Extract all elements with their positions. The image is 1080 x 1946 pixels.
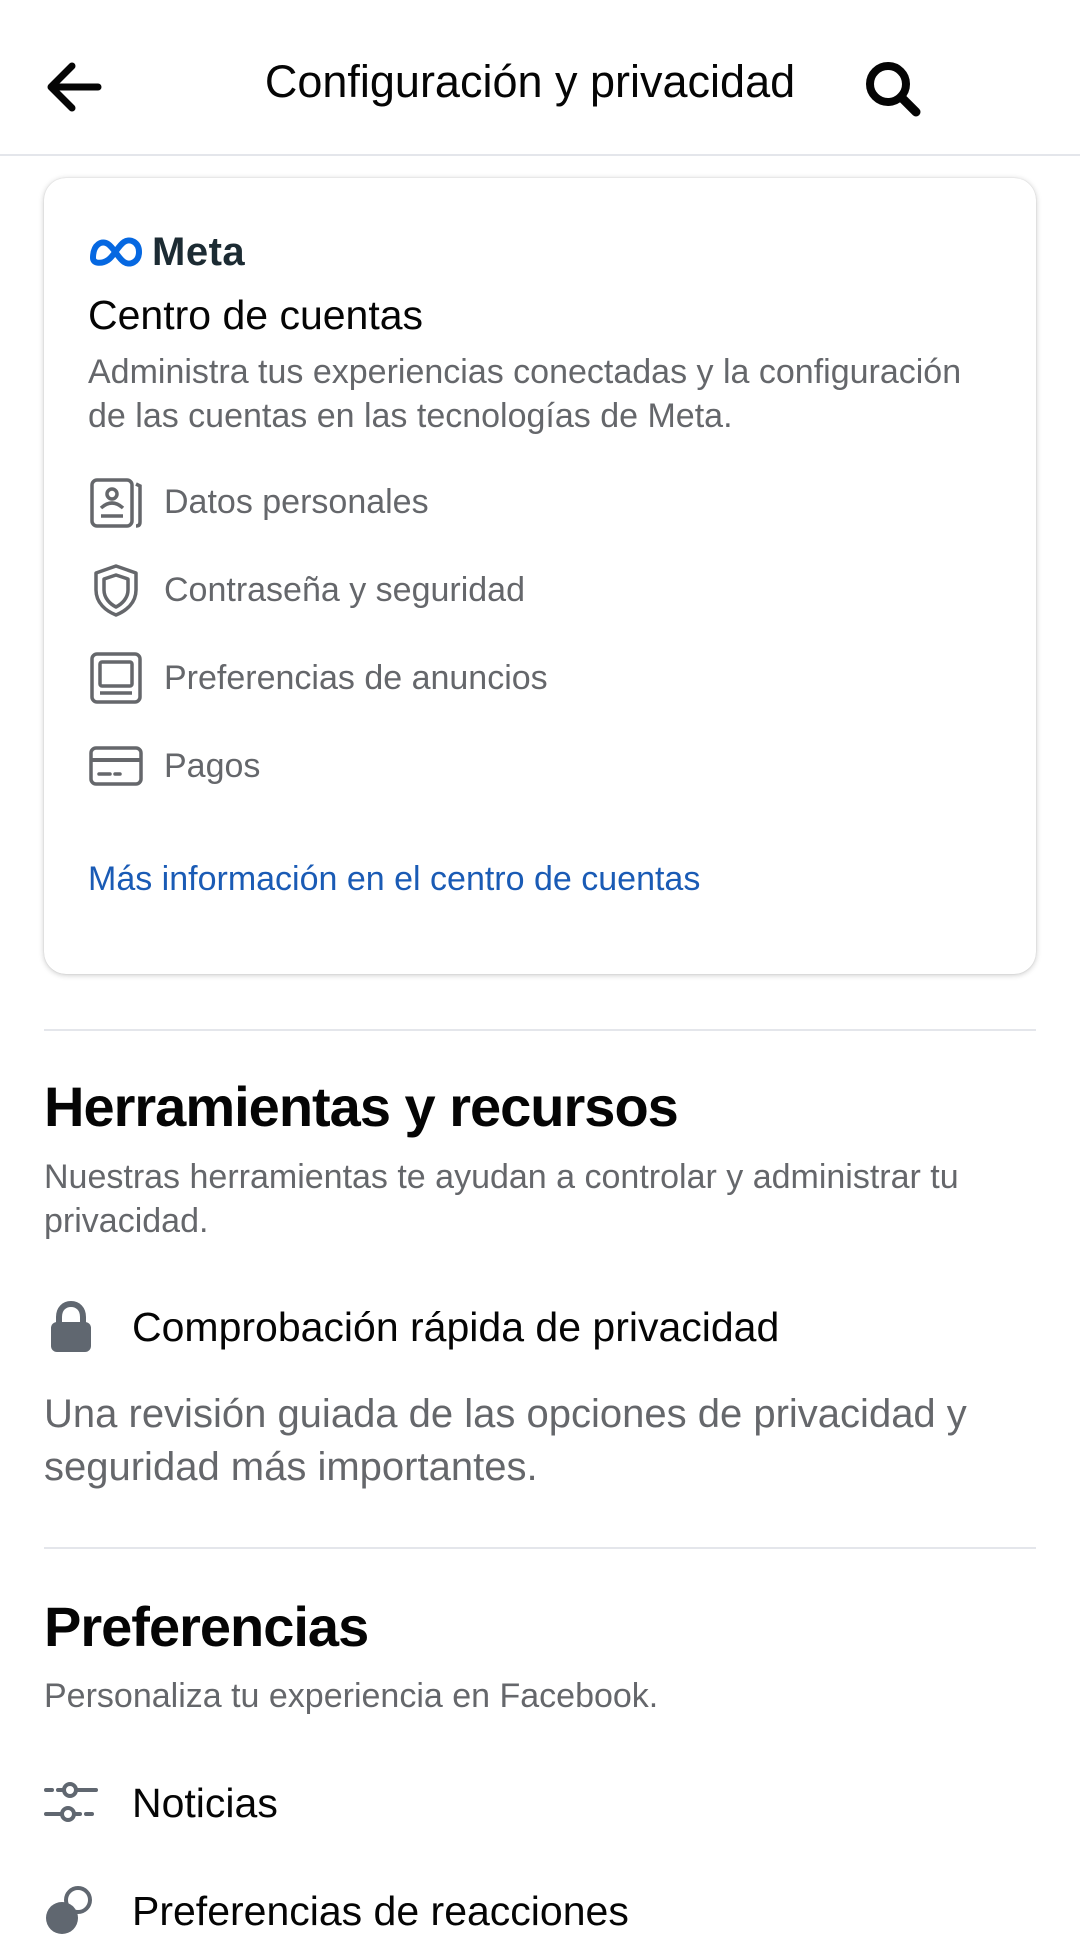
item-label: Datos personales [164, 482, 429, 521]
meta-brand-text: Meta [152, 229, 246, 274]
accounts-center-description: Administra tus experiencias conectadas y… [88, 353, 962, 435]
divider [44, 1547, 1036, 1549]
item-label: Preferencias de anuncios [164, 658, 548, 697]
privacy-checkup-row[interactable]: Comprobación rápida de privacidad [44, 1292, 1034, 1362]
news-feed-row[interactable]: Noticias [44, 1768, 1034, 1838]
section-title-preferences: Preferencias [44, 1595, 369, 1658]
accounts-center-link[interactable]: Más información en el centro de cuentas [88, 860, 700, 899]
item-payments[interactable]: Pagos [88, 734, 988, 798]
divider [44, 1029, 1036, 1031]
item-label: Pagos [164, 746, 261, 785]
credit-card-icon [89, 746, 143, 786]
lock-icon [51, 1300, 91, 1352]
top-bar: Configuración y privacidad [0, 0, 1080, 156]
search-icon [866, 62, 921, 117]
news-feed-label: Noticias [132, 1779, 278, 1826]
reaction-preferences-label: Preferencias de reacciones [132, 1887, 629, 1934]
section-title-tools: Herramientas y recursos [44, 1075, 679, 1138]
monitor-icon [90, 652, 142, 704]
section-description-tools: Nuestras herramientas te ayudan a contro… [44, 1158, 959, 1240]
search-button[interactable] [858, 54, 928, 124]
item-label: Contraseña y seguridad [164, 570, 526, 609]
privacy-checkup-description: Una revisión guiada de las opciones de p… [44, 1392, 967, 1489]
shield-icon [94, 564, 138, 617]
accounts-center-title: Centro de cuentas [88, 292, 424, 338]
item-personal-data[interactable]: Datos personales [88, 470, 988, 534]
section-description-preferences: Personaliza tu experiencia en Facebook. [44, 1677, 659, 1715]
meta-logo: Meta [88, 228, 245, 276]
id-card-icon [90, 478, 142, 528]
privacy-checkup-label: Comprobación rápida de privacidad [132, 1303, 780, 1350]
item-password-security[interactable]: Contraseña y seguridad [88, 558, 988, 622]
meta-infinity-icon [90, 237, 142, 267]
reactions-icon [46, 1886, 92, 1934]
accounts-center-card[interactable]: Meta Centro de cuentas Administra tus ex… [44, 178, 1036, 974]
reaction-preferences-row[interactable]: Preferencias de reacciones [44, 1876, 1034, 1946]
sliders-icon [44, 1782, 98, 1822]
item-ad-preferences[interactable]: Preferencias de anuncios [88, 646, 988, 710]
